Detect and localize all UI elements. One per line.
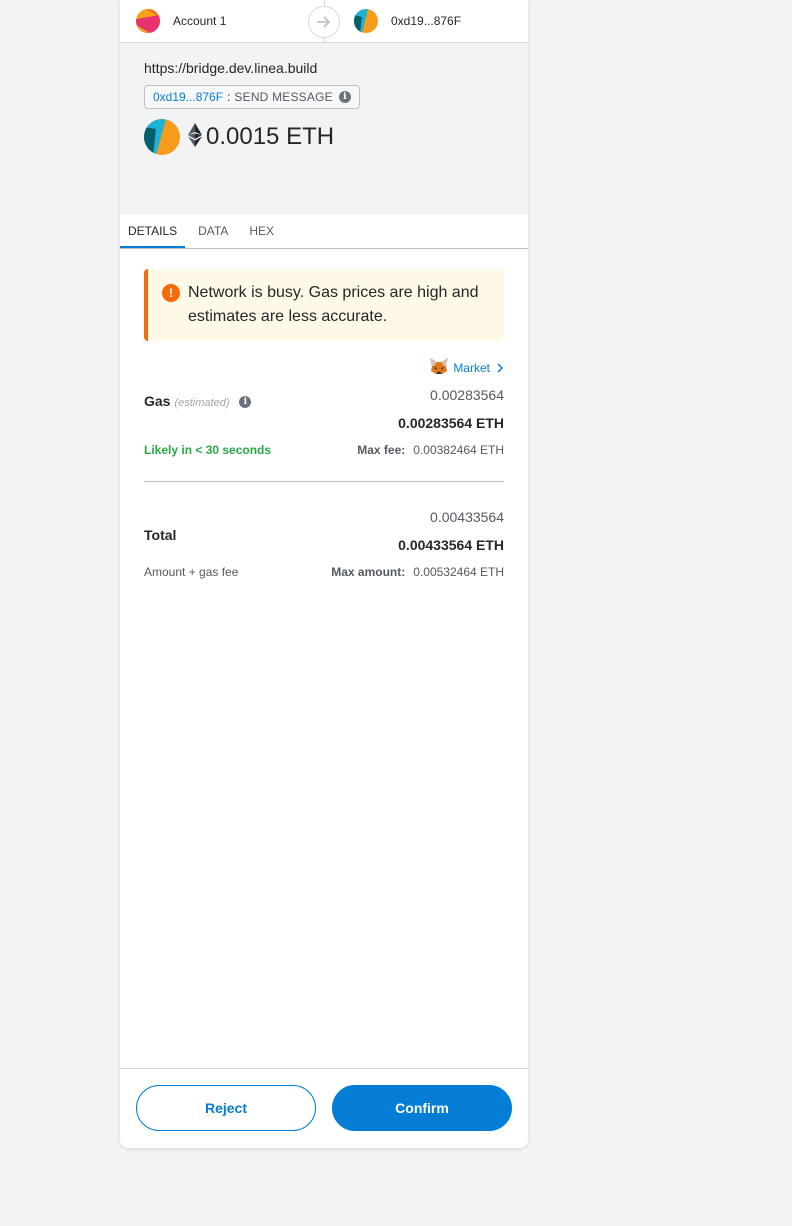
total-max-amount: Max amount: 0.00532464 ETH <box>331 565 504 579</box>
gas-row: Gas (estimated) i 0.00283564 0.00283564 E… <box>144 387 504 457</box>
gas-info-icon[interactable]: i <box>239 396 252 408</box>
max-fee-label: Max fee: <box>357 443 406 457</box>
sender-account-name: Account 1 <box>173 14 227 28</box>
method-name: SEND MESSAGE <box>234 90 333 104</box>
warning-icon: ! <box>162 284 180 302</box>
transaction-summary: https://bridge.dev.linea.build 0xd19...8… <box>120 43 528 215</box>
arrow-right-icon <box>308 6 340 38</box>
sender-recipient-header: Account 1 0xd19...876F <box>120 0 528 43</box>
gas-native-value: 0.00283564 ETH <box>398 415 504 431</box>
max-amount-value: 0.00532464 ETH <box>413 565 504 579</box>
contract-address-link[interactable]: 0xd19...876F <box>153 89 223 105</box>
tab-bar: DETAILS DATA HEX <box>120 215 528 249</box>
action-footer: Reject Confirm <box>120 1068 528 1148</box>
gas-label-group: Gas (estimated) i <box>144 393 252 409</box>
chevron-right-icon <box>496 362 504 373</box>
method-pill: 0xd19...876F : SEND MESSAGE i <box>144 85 360 109</box>
max-amount-label: Max amount: <box>331 565 406 579</box>
gas-max-fee: Max fee: 0.00382464 ETH <box>357 443 504 457</box>
confirm-transaction-panel: Account 1 0xd19...876F https://bridge.de… <box>120 0 528 1148</box>
total-native-value: 0.00433564 ETH <box>398 537 504 553</box>
confirm-button[interactable]: Confirm <box>332 1085 512 1131</box>
total-label: Total <box>144 527 177 543</box>
sender-avatar-icon <box>136 9 160 33</box>
gas-fiat-value: 0.00283564 <box>430 387 504 403</box>
tab-data[interactable]: DATA <box>190 215 236 248</box>
contract-avatar-icon <box>144 119 180 155</box>
total-sub-label: Amount + gas fee <box>144 565 239 579</box>
info-icon[interactable]: i <box>338 91 351 103</box>
max-fee-value: 0.00382464 ETH <box>413 443 504 457</box>
amount-row: 0.0015 ETH <box>144 119 504 155</box>
ethereum-icon <box>188 122 202 152</box>
tab-details[interactable]: DETAILS <box>120 215 186 248</box>
gas-market-button[interactable]: Market <box>429 357 504 378</box>
tab-hex[interactable]: HEX <box>241 215 282 248</box>
recipient-avatar-icon <box>354 9 378 33</box>
network-busy-warning: ! Network is busy. Gas prices are high a… <box>144 269 504 341</box>
origin-url: https://bridge.dev.linea.build <box>144 60 318 76</box>
gas-label: Gas <box>144 393 171 409</box>
fee-details: Market Gas (estimated) i 0.00283564 0.002… <box>144 341 504 601</box>
recipient-address: 0xd19...876F <box>391 14 462 28</box>
recipient[interactable]: 0xd19...876F <box>354 9 461 33</box>
total-fiat-value: 0.00433564 <box>430 509 504 525</box>
gas-estimated-note: (estimated) <box>174 397 230 409</box>
fox-icon <box>429 357 449 378</box>
total-row: Total 0.00433564 0.00433564 ETH Amount +… <box>144 509 504 579</box>
gas-timing-estimate: Likely in < 30 seconds <box>144 443 272 457</box>
warning-text: Network is busy. Gas prices are high and… <box>188 284 479 325</box>
sender[interactable]: Account 1 <box>136 9 226 33</box>
market-label: Market <box>453 360 490 375</box>
transaction-amount: 0.0015 ETH <box>206 123 335 150</box>
fee-divider <box>144 481 504 482</box>
reject-button[interactable]: Reject <box>136 1085 316 1131</box>
method-separator: : <box>227 90 231 104</box>
